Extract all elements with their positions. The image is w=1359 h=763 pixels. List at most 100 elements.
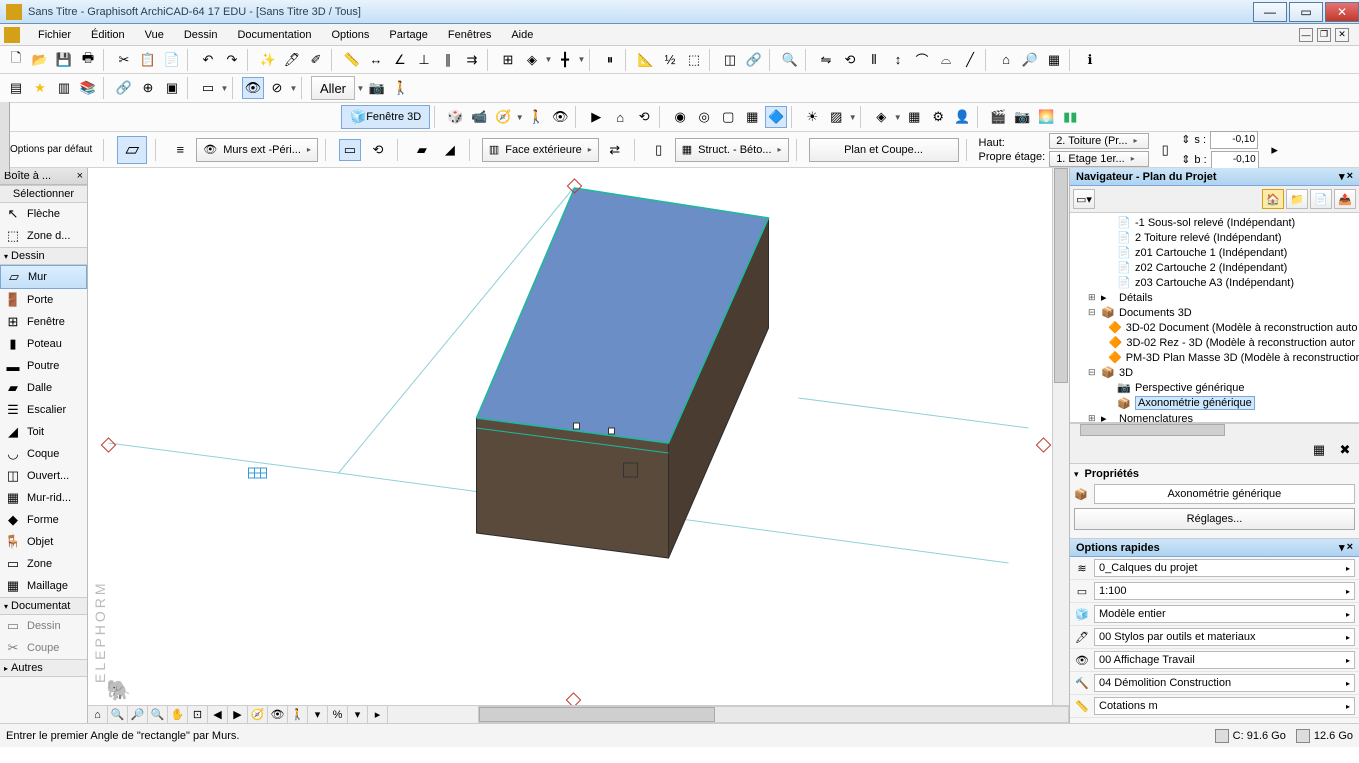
print-icon[interactable]: 🖶 [77, 49, 99, 71]
open-file-icon[interactable]: 📂 [29, 49, 51, 71]
explore-icon[interactable]: 🚶 [525, 106, 547, 128]
quick-options-header[interactable]: Options rapides ▾× [1070, 539, 1359, 557]
quick-menu-icon[interactable]: ▾ [1339, 541, 1345, 554]
star-icon[interactable]: ★ [29, 77, 51, 99]
tree-item[interactable]: ⊟📦3D [1070, 365, 1359, 380]
home-icon[interactable]: ⌂ [609, 106, 631, 128]
cutaway-icon[interactable]: 🔷 [765, 106, 787, 128]
tree-item[interactable]: ⊟📦Documents 3D [1070, 305, 1359, 320]
nav-view-tab[interactable]: 📁 [1286, 189, 1308, 209]
tool-opening[interactable]: ◫Ouvert... [0, 465, 87, 487]
paste-icon[interactable]: 📄 [161, 49, 183, 71]
qv-zoomin-icon[interactable]: 🔎 [128, 706, 148, 723]
look-icon[interactable]: 👁 [549, 106, 571, 128]
tree-item[interactable]: 🔶3D-02 Document (Modèle à reconstruction… [1070, 320, 1359, 335]
rotate-icon[interactable]: ⟲ [839, 49, 861, 71]
perpendicular-icon[interactable]: ⊥ [413, 49, 435, 71]
palette-icon[interactable]: ▥ [53, 77, 75, 99]
quick-option-row[interactable]: ▭1:100▸ [1070, 580, 1359, 603]
quick-option-row[interactable]: 📏Cotations m▸ [1070, 695, 1359, 718]
section-others[interactable]: ▸Autres [0, 659, 87, 677]
fillet-icon[interactable]: ⌓ [935, 49, 957, 71]
quick-option-row[interactable]: 🧊Modèle entier▸ [1070, 603, 1359, 626]
mirror-icon[interactable]: ⇋ [815, 49, 837, 71]
tree-item[interactable]: 🔶PM-3D Plan Masse 3D (Modèle à reconstru… [1070, 350, 1359, 365]
menu-view[interactable]: Vue [135, 27, 174, 43]
line-icon[interactable]: ╱ [959, 49, 981, 71]
toolbox-close-icon[interactable]: × [77, 170, 83, 182]
copy-icon[interactable]: 📋 [137, 49, 159, 71]
show-sel-icon[interactable]: ◎ [693, 106, 715, 128]
navigator-tree[interactable]: 📄-1 Sous-sol relevé (Indépendant)📄2 Toit… [1070, 213, 1359, 423]
photo-render-icon[interactable]: 📷 [1011, 106, 1033, 128]
tool-mesh[interactable]: ▦Maillage [0, 575, 87, 597]
tool-zone[interactable]: ▭Zone [0, 553, 87, 575]
snap-icon[interactable]: ◈ [521, 49, 543, 71]
arc-icon[interactable]: ⌒ [911, 49, 933, 71]
story-link-icon[interactable]: ▯ [1154, 139, 1176, 161]
render-icon[interactable]: 🎬 [987, 106, 1009, 128]
layer-vis-icon[interactable]: ≡ [169, 139, 191, 161]
nav-menu-icon[interactable]: ▾ [1339, 170, 1345, 183]
angle-icon[interactable]: ∠ [389, 49, 411, 71]
flip-icon[interactable]: ⇄ [604, 139, 626, 161]
offset-icon[interactable]: ⇉ [461, 49, 483, 71]
tool-column[interactable]: ▮Poteau [0, 333, 87, 355]
menu-help[interactable]: Aide [501, 27, 543, 43]
show-all-icon[interactable]: ◉ [669, 106, 691, 128]
parallel-icon[interactable]: ∥ [437, 49, 459, 71]
marquee-icon[interactable]: ▢ [717, 106, 739, 128]
section-select[interactable]: Sélectionner [0, 185, 87, 203]
settings-button[interactable]: Réglages... [1074, 508, 1355, 530]
nav-popup-icon[interactable]: ▭▾ [1073, 189, 1095, 209]
cut-icon[interactable]: ✂ [113, 49, 135, 71]
xref-icon[interactable]: ⊕ [137, 77, 159, 99]
tool-marquee[interactable]: ⬚Zone d... [0, 225, 87, 247]
mdi-restore-button[interactable]: ❐ [1317, 28, 1331, 42]
tool-arrow[interactable]: ↖Flèche [0, 203, 87, 225]
filter-3d-icon[interactable]: ▦ [741, 106, 763, 128]
tree-item[interactable]: 📄2 Toiture relevé (Indépendant) [1070, 230, 1359, 245]
tool-drawing[interactable]: ▭Dessin [0, 615, 87, 637]
tool-wall[interactable]: ▱Mur [0, 265, 87, 289]
perspective-icon[interactable]: 🎲 [444, 106, 466, 128]
walk-icon[interactable]: 🚶 [390, 77, 412, 99]
qv-zoom-icon[interactable]: 🔍 [108, 706, 128, 723]
structure-combo[interactable]: ▦Struct. - Béto...▸ [675, 138, 789, 162]
menu-options[interactable]: Options [321, 27, 379, 43]
distribute-icon[interactable]: ↕ [887, 49, 909, 71]
tool-stair[interactable]: ☰Escalier [0, 399, 87, 421]
link-icon[interactable]: 🔗 [743, 49, 765, 71]
menu-edit[interactable]: Édition [81, 27, 135, 43]
top-offset-input[interactable] [1210, 131, 1258, 149]
more-options-icon[interactable]: ▸ [1264, 139, 1286, 161]
horizontal-scrollbar[interactable] [478, 706, 1069, 723]
tree-item[interactable]: 📄z03 Cartouche A3 (Indépendant) [1070, 275, 1359, 290]
suspend-icon[interactable]: ⏸ [599, 49, 621, 71]
tree-item[interactable]: 📄z02 Cartouche 2 (Indépendant) [1070, 260, 1359, 275]
menu-share[interactable]: Partage [379, 27, 438, 43]
quick-option-row[interactable]: 🖊00 Stylos par outils et materiaux▸ [1070, 626, 1359, 649]
nav-project-tab[interactable]: 🏠 [1262, 189, 1284, 209]
qv-more2-icon[interactable]: ▾ [348, 706, 368, 723]
tool-roof[interactable]: ◢Toit [0, 421, 87, 443]
half-icon[interactable]: ½ [659, 49, 681, 71]
qv-prev-icon[interactable]: ◀ [208, 706, 228, 723]
goto-button[interactable]: Aller [311, 76, 355, 100]
sun-icon[interactable]: ☀ [801, 106, 823, 128]
layers-icon[interactable]: ▦ [1043, 49, 1065, 71]
shadow-icon[interactable]: ▨ [825, 106, 847, 128]
quick-close-icon[interactable]: × [1347, 541, 1353, 554]
geom-method-2-icon[interactable]: ⟲ [367, 139, 389, 161]
qv-home-icon[interactable]: ⌂ [88, 706, 108, 723]
go-home-icon[interactable]: ▶ [585, 106, 607, 128]
wall-type-2-icon[interactable]: ◢ [439, 139, 461, 161]
wall-preview-icon[interactable]: ▱ [117, 136, 147, 164]
quick-option-row[interactable]: ≋0_Calques du projet▸ [1070, 557, 1359, 580]
tree-item[interactable]: 🔶3D-02 Rez - 3D (Modèle à reconstruction… [1070, 335, 1359, 350]
view-name-field[interactable] [1094, 484, 1355, 504]
undo-icon[interactable]: ↶ [197, 49, 219, 71]
grid-snap-icon[interactable]: ⊞ [497, 49, 519, 71]
bottom-offset-input[interactable] [1211, 151, 1259, 169]
menu-documentation[interactable]: Documentation [227, 27, 321, 43]
